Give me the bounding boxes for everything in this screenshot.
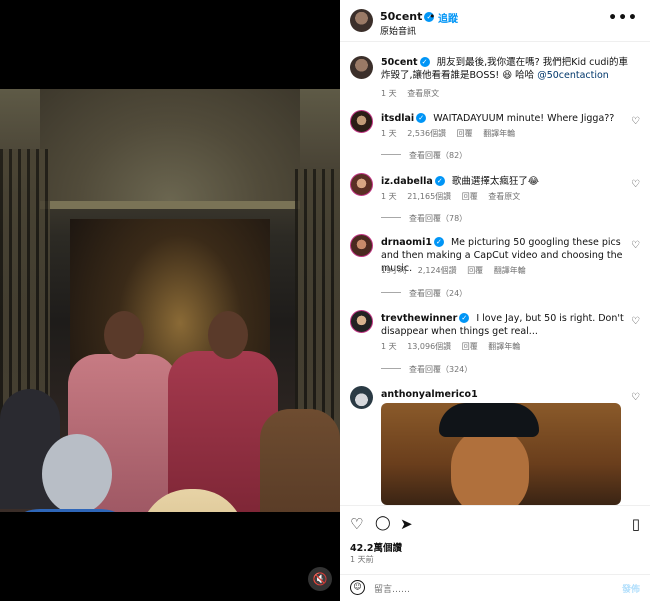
timestamp[interactable]: 1 天	[381, 89, 397, 98]
timestamp[interactable]: 19小時	[381, 266, 407, 275]
person-head	[208, 311, 248, 359]
like-count[interactable]: 2,536個讚	[407, 129, 446, 138]
comment-meta: 1 天 2,536個讚 回覆 翻譯年輪	[381, 128, 523, 139]
post-timestamp: 1 天前	[350, 555, 374, 564]
like-count[interactable]: 13,096個讚	[407, 342, 451, 351]
gif-bandana	[439, 403, 539, 437]
post-actions: ♡ ◯ ➤ ▯ 42.2萬個讚 1 天前 ☺ 留言…… 發佈	[340, 505, 650, 601]
follow-button[interactable]: 追蹤	[438, 10, 458, 25]
like-count[interactable]: 21,165個讚	[407, 192, 451, 201]
person-figure	[42, 434, 112, 512]
avatar[interactable]	[350, 173, 373, 196]
avatar[interactable]	[350, 234, 373, 257]
comment-meta: 1 天 13,096個讚 回覆 翻譯年輪	[381, 341, 528, 352]
audio-label[interactable]: 原始音訊	[380, 24, 416, 37]
post-details-panel: 50cent ✓ • 追蹤 原始音訊 ••• 50cent ✓ 朋友到最後,我你還在…	[340, 0, 650, 601]
comment-like-icon[interactable]: ♡	[631, 316, 640, 327]
mute-icon[interactable]: 🔇	[308, 567, 332, 591]
verified-icon: ✓	[434, 176, 445, 186]
comment-like-icon[interactable]: ♡	[631, 392, 640, 403]
like-count[interactable]: 2,124個讚	[418, 266, 457, 275]
likes-count[interactable]: 42.2萬個讚	[350, 540, 402, 554]
mention-link[interactable]: @50centaction	[537, 70, 609, 81]
translate-link[interactable]: 翻譯年輪	[488, 342, 520, 351]
comment-like-icon[interactable]: ♡	[631, 116, 640, 127]
avatar[interactable]	[350, 386, 373, 409]
verified-icon: ✓	[433, 237, 444, 247]
comment-username[interactable]: drnaomi1 ✓	[381, 237, 444, 248]
comments-list[interactable]: 50cent ✓ 朋友到最後,我你還在嗎? 我們把Kid cudi的車炸毀了,讓他…	[340, 50, 650, 505]
verified-icon: ✓	[459, 313, 470, 323]
view-replies-button[interactable]: 查看回覆（78）	[381, 213, 467, 224]
person-head	[104, 311, 144, 359]
avatar[interactable]	[350, 56, 373, 79]
timestamp[interactable]: 1 天	[381, 192, 397, 201]
translate-link[interactable]: 查看原文	[488, 192, 520, 201]
avatar[interactable]	[350, 9, 373, 32]
reply-button[interactable]: 回覆	[462, 192, 478, 201]
building-arch	[40, 89, 300, 209]
comment-username[interactable]: iz.dabella ✓	[381, 176, 445, 187]
comment-gif-image[interactable]	[381, 403, 621, 505]
verified-icon: ✓	[419, 57, 430, 67]
person-figure	[260, 409, 340, 512]
timestamp[interactable]: 1 天	[381, 129, 397, 138]
comment-text: itsdlai ✓ WAITADAYUUM minute! Where Jigga…	[381, 113, 615, 124]
view-replies-button[interactable]: 查看回覆（24）	[381, 288, 467, 299]
comment-username[interactable]: anthonyalmerico1	[381, 389, 478, 400]
comment-text: iz.dabella ✓ 歌曲選擇太瘋狂了😂	[381, 176, 539, 187]
caption-text: 50cent ✓ 朋友到最後,我你還在嗎? 我們把Kid cudi的車炸毀了,讓他…	[381, 57, 629, 81]
comment-like-icon[interactable]: ♡	[631, 240, 640, 251]
comment-like-icon[interactable]: ♡	[631, 179, 640, 190]
comment-text: anthonyalmerico1	[381, 388, 633, 401]
view-replies-button[interactable]: 查看回覆（324）	[381, 364, 472, 375]
reply-button[interactable]: 回覆	[467, 266, 483, 275]
avatar[interactable]	[350, 310, 373, 333]
comment-icon[interactable]: ◯	[375, 515, 391, 531]
post-header: 50cent ✓ • 追蹤 原始音訊 •••	[340, 0, 650, 42]
comment-input[interactable]: 留言……	[374, 582, 410, 595]
reply-button[interactable]: 回覆	[462, 342, 478, 351]
comment-username[interactable]: itsdlai ✓	[381, 113, 427, 124]
timestamp[interactable]: 1 天	[381, 342, 397, 351]
view-replies-button[interactable]: 查看回覆（82）	[381, 150, 467, 161]
post-comment-button[interactable]: 發佈	[622, 582, 640, 595]
gif-face	[451, 427, 529, 505]
translate-link[interactable]: 翻譯年輪	[494, 266, 526, 275]
like-icon[interactable]: ♡	[350, 515, 363, 533]
comment-meta: 19小時 2,124個讚 回覆 翻譯年輪	[381, 265, 534, 276]
share-icon[interactable]: ➤	[400, 515, 413, 533]
translate-link[interactable]: 查看原文	[407, 89, 439, 98]
post-username[interactable]: 50cent ✓	[380, 10, 435, 23]
bookmark-icon[interactable]: ▯	[632, 515, 640, 533]
separator-dot: •	[429, 10, 436, 23]
add-comment-bar: ☺ 留言…… 發佈	[340, 574, 650, 601]
reply-button[interactable]: 回覆	[457, 129, 473, 138]
comment-text: trevthewinner ✓ I love Jay, but 50 is rig…	[381, 313, 624, 337]
comment-username[interactable]: trevthewinner ✓	[381, 313, 470, 324]
caption-meta: 1 天 查看原文	[381, 88, 447, 99]
caption-username[interactable]: 50cent ✓	[381, 57, 430, 68]
verified-icon: ✓	[416, 113, 427, 123]
comment-meta: 1 天 21,165個讚 回覆 查看原文	[381, 191, 528, 202]
emoji-icon[interactable]: ☺	[350, 580, 365, 595]
avatar[interactable]	[350, 110, 373, 133]
post-media[interactable]: 🔇	[0, 0, 340, 601]
post-photo[interactable]	[0, 89, 340, 512]
more-options-icon[interactable]: •••	[608, 10, 638, 26]
translate-link[interactable]: 翻譯年輪	[483, 129, 515, 138]
